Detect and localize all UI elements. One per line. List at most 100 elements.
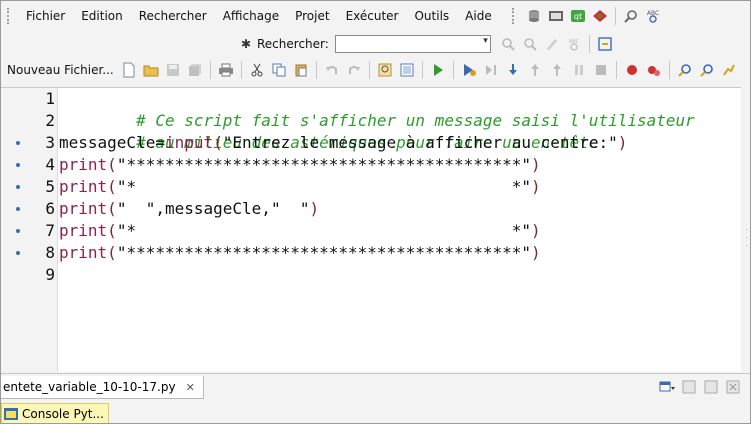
line-marker[interactable]	[16, 251, 20, 255]
step-out-icon[interactable]	[526, 61, 544, 79]
code-string: "* *"	[116, 177, 532, 196]
menu-outils[interactable]: Outils	[406, 5, 457, 27]
menu-separator	[614, 7, 616, 25]
code-function: print	[59, 199, 108, 218]
breakpoint-icon[interactable]	[623, 61, 641, 79]
menu-rechercher[interactable]: Rechercher	[131, 5, 215, 27]
code-area[interactable]: # Ce script fait s'afficher un message s…	[59, 88, 741, 372]
run-icon[interactable]	[429, 61, 447, 79]
search-combobox[interactable]: ▾	[329, 35, 491, 53]
console-icon	[4, 407, 18, 421]
menu-grip[interactable]	[7, 8, 12, 24]
menu-fichier[interactable]: Fichier	[18, 5, 73, 27]
main-toolbar: Nouveau Fichier...	[1, 57, 750, 83]
preview-icon[interactable]	[398, 61, 416, 79]
clear-breakpoints-icon[interactable]	[645, 61, 663, 79]
code-line: print("*********************************…	[59, 242, 541, 264]
line-number: 1	[45, 89, 55, 108]
zoom-out-icon[interactable]	[698, 61, 716, 79]
continue-icon[interactable]	[548, 61, 566, 79]
menu-executer[interactable]: Exécuter	[338, 5, 407, 27]
split-window-icon[interactable]	[680, 378, 698, 396]
menu-projet[interactable]: Projet	[287, 5, 337, 27]
code-paren: )	[309, 199, 320, 218]
line-number: 9	[45, 265, 55, 284]
line-number: 7	[45, 221, 55, 240]
tile-window-icon[interactable]	[702, 378, 720, 396]
line-marker[interactable]	[16, 141, 20, 145]
menu-edition[interactable]: Edition	[73, 5, 131, 27]
pause-icon[interactable]	[570, 61, 588, 79]
qt-icon[interactable]: qt	[569, 7, 587, 25]
svg-text:qt: qt	[574, 12, 582, 21]
menu-affichage[interactable]: Affichage	[215, 5, 287, 27]
code-line: print(" ",messageCle," ")	[59, 198, 319, 220]
close-icon[interactable]: ✱	[241, 37, 251, 51]
find-prev-icon[interactable]	[521, 35, 539, 53]
line-number: 8	[45, 243, 55, 262]
code-paren: (	[107, 199, 117, 218]
scroll-grip[interactable]: · · ·	[745, 227, 748, 251]
search-row: ✱ Rechercher: ▾ ABC	[1, 31, 750, 57]
line-marker[interactable]	[16, 229, 20, 233]
chevron-down-icon[interactable]: ▾	[483, 36, 488, 46]
zoom-in-icon[interactable]	[676, 61, 694, 79]
code-editor[interactable]: 1 2 3 4 5 6 7 8 9 # Ce script fait s'aff…	[1, 87, 741, 372]
vertical-scrollbar[interactable]: · · ·	[742, 87, 750, 371]
search-input[interactable]	[334, 35, 491, 53]
line-number: 2	[45, 111, 55, 130]
code-string: "Entrez le message à afficher au centre:…	[222, 133, 618, 152]
find-next-icon[interactable]	[499, 35, 517, 53]
file-tab[interactable]: entete_variable_10-10-17.py ✕	[1, 376, 204, 399]
line-marker[interactable]	[16, 163, 20, 167]
new-file-icon[interactable]	[120, 61, 138, 79]
open-folder-icon[interactable]	[142, 61, 160, 79]
toolbar-separator	[368, 61, 370, 79]
cut-icon[interactable]	[248, 61, 266, 79]
save-all-icon[interactable]	[186, 61, 204, 79]
save-icon[interactable]	[164, 61, 182, 79]
new-file-label[interactable]: Nouveau Fichier...	[7, 63, 114, 77]
find-icon[interactable]	[622, 7, 640, 25]
code-paren: )	[531, 221, 541, 240]
highlight-icon[interactable]	[543, 35, 561, 53]
database-icon[interactable]	[525, 7, 543, 25]
find-in-files-icon[interactable]	[376, 61, 394, 79]
spell-check-icon[interactable]: ABC	[644, 7, 662, 25]
code-paren: )	[531, 243, 541, 262]
step-into-icon[interactable]	[504, 61, 522, 79]
code-paren: (	[107, 221, 117, 240]
window-list-icon[interactable]	[658, 378, 676, 396]
code-string: " ",messageCle," "	[116, 199, 310, 218]
search-options-icon[interactable]: ABC	[565, 35, 583, 53]
code-function: print	[59, 155, 108, 174]
print-icon[interactable]	[217, 61, 235, 79]
search-panel-icon[interactable]	[596, 35, 614, 53]
close-window-icon[interactable]	[724, 378, 742, 396]
file-tab-bar: entete_variable_10-10-17.py ✕	[1, 373, 750, 400]
bug-icon[interactable]	[591, 7, 609, 25]
paste-icon[interactable]	[292, 61, 310, 79]
close-icon[interactable]: ✕	[186, 381, 195, 394]
more-icon[interactable]	[720, 61, 738, 79]
redo-icon[interactable]	[345, 61, 363, 79]
step-icon[interactable]	[482, 61, 500, 79]
menu-aide[interactable]: Aide	[457, 5, 500, 27]
stop-icon[interactable]	[592, 61, 610, 79]
image-icon[interactable]	[547, 7, 565, 25]
line-marker[interactable]	[16, 207, 20, 211]
undo-icon[interactable]	[323, 61, 341, 79]
debug-icon[interactable]	[460, 61, 478, 79]
toolbar-separator	[315, 61, 317, 79]
toolbar-separator	[421, 61, 423, 79]
line-marker[interactable]	[16, 185, 20, 189]
toolbar-separator	[240, 61, 242, 79]
line-number-gutter: 1 2 3 4 5 6 7 8 9	[1, 88, 58, 372]
code-paren: )	[531, 177, 541, 196]
search-label: Rechercher:	[257, 37, 329, 51]
code-identifier: messageCle=	[59, 133, 165, 152]
console-tab[interactable]: Console Pyt...	[1, 403, 109, 423]
copy-icon[interactable]	[270, 61, 288, 79]
code-function: print	[59, 243, 108, 262]
toolbar-separator	[668, 61, 670, 79]
